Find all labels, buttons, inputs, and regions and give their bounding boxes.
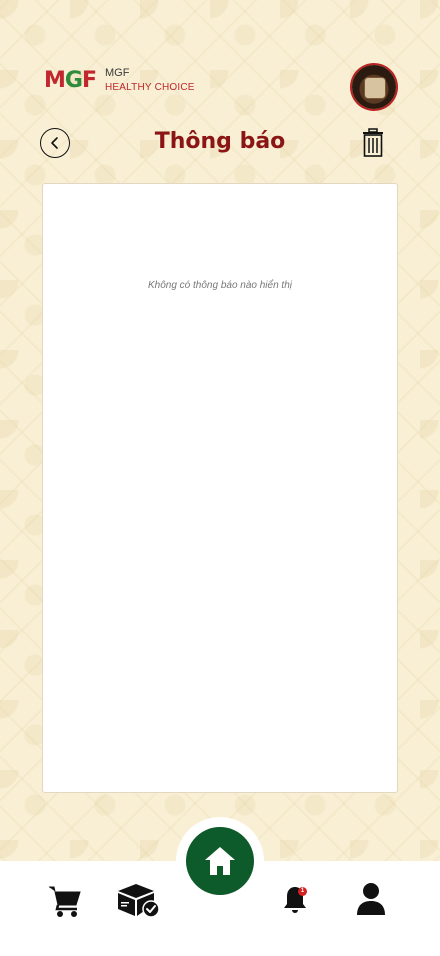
notification-list: Không có thông báo nào hiển thị (42, 183, 398, 793)
cart-icon (49, 886, 81, 917)
avatar-image (364, 77, 386, 99)
logo-name: MGF (105, 67, 130, 79)
brand-logo: MGF MGF HEALTHY CHOICE (44, 66, 204, 98)
logo-tagline: HEALTHY CHOICE (105, 82, 195, 93)
notification-badge: 1 (298, 887, 307, 896)
empty-state-message: Không có thông báo nào hiển thị (147, 280, 292, 291)
user-icon (357, 883, 385, 915)
avatar[interactable] (352, 65, 396, 109)
delete-all-button[interactable] (360, 128, 386, 158)
nav-cart[interactable] (47, 883, 83, 923)
home-button[interactable] (186, 827, 254, 895)
logo-mark: MGF (44, 68, 97, 93)
trash-icon (363, 128, 383, 157)
nav-orders[interactable] (116, 882, 160, 922)
delivered-box-icon (118, 884, 160, 918)
home-icon (205, 847, 235, 875)
nav-profile[interactable] (355, 882, 387, 920)
